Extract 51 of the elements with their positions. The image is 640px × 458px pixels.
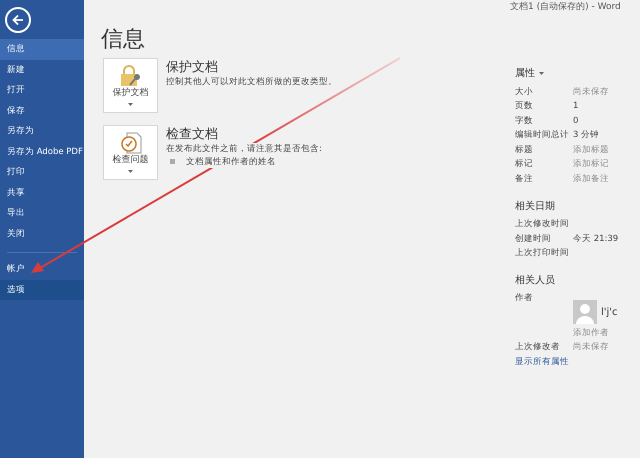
author-label: 作者 xyxy=(515,292,534,305)
last-modified-value: 尚未保存 xyxy=(573,340,609,354)
section-title: 检查文档 xyxy=(166,127,219,143)
sidebar-item[interactable]: 新建 xyxy=(0,60,84,80)
check-issues-button[interactable]: 检查问题 xyxy=(103,125,158,180)
section-heading: 属性 xyxy=(515,66,535,81)
date-label: 上次打印时间 xyxy=(515,247,570,260)
sidebar-item[interactable]: 信息 xyxy=(0,39,84,60)
sidebar-item[interactable]: 另存为 Adobe PDF xyxy=(0,142,84,162)
lock-key-icon xyxy=(118,64,142,87)
show-all-properties-link[interactable]: 显示所有属性 xyxy=(515,357,569,368)
document-check-icon xyxy=(120,132,142,154)
section-heading: 相关人员 xyxy=(515,274,556,288)
date-label: 上次修改时间 xyxy=(515,218,570,232)
sidebar-item[interactable]: 共享 xyxy=(0,182,84,203)
property-value: 1 xyxy=(573,100,578,114)
section-heading: 相关日期 xyxy=(515,200,556,214)
caret-icon xyxy=(128,103,133,106)
sidebar-item[interactable]: 选项 xyxy=(0,280,84,300)
property-value: 3 分钟 xyxy=(573,129,600,142)
back-button[interactable] xyxy=(5,7,31,33)
caret-icon[interactable] xyxy=(539,72,544,75)
section-description: 在发布此文件之前，请注意其是否包含: xyxy=(166,142,322,156)
property-label: 字数 xyxy=(515,114,534,128)
page-title: 信息 xyxy=(101,28,146,52)
caret-icon xyxy=(128,170,133,174)
property-label: 标题 xyxy=(515,144,534,157)
window-title: 文档1 (自动保存的) - Word xyxy=(510,1,621,14)
sidebar-item[interactable]: 导出 xyxy=(0,203,84,224)
date-value: 今天 21:39 xyxy=(573,232,618,246)
section-title: 保护文档 xyxy=(166,60,219,76)
back-arrow-icon xyxy=(11,13,25,27)
protect-document-button[interactable]: 保护文档 xyxy=(103,58,158,114)
sidebar-item[interactable]: 帐户 xyxy=(0,259,84,280)
property-label: 编辑时间总计 xyxy=(515,129,570,142)
bullet-text: 文档属性和作者的姓名 xyxy=(186,156,276,168)
property-label: 页数 xyxy=(515,100,534,114)
bullet-icon xyxy=(170,159,175,164)
property-label: 大小 xyxy=(515,86,534,99)
sidebar-item[interactable]: 另存为 xyxy=(0,121,84,142)
sidebar-item[interactable]: 保存 xyxy=(0,100,84,121)
avatar-icon xyxy=(573,300,597,324)
sidebar-item[interactable]: 打开 xyxy=(0,80,84,100)
sidebar-item[interactable]: 关闭 xyxy=(0,224,84,244)
author-name: l'j'c xyxy=(601,306,618,320)
last-modified-label: 上次修改者 xyxy=(515,340,561,354)
property-label: 标记 xyxy=(515,158,534,172)
property-label: 备注 xyxy=(515,172,534,186)
date-label: 创建时间 xyxy=(515,232,552,246)
sidebar-item[interactable]: 打印 xyxy=(0,162,84,182)
property-value: 0 xyxy=(573,114,578,128)
